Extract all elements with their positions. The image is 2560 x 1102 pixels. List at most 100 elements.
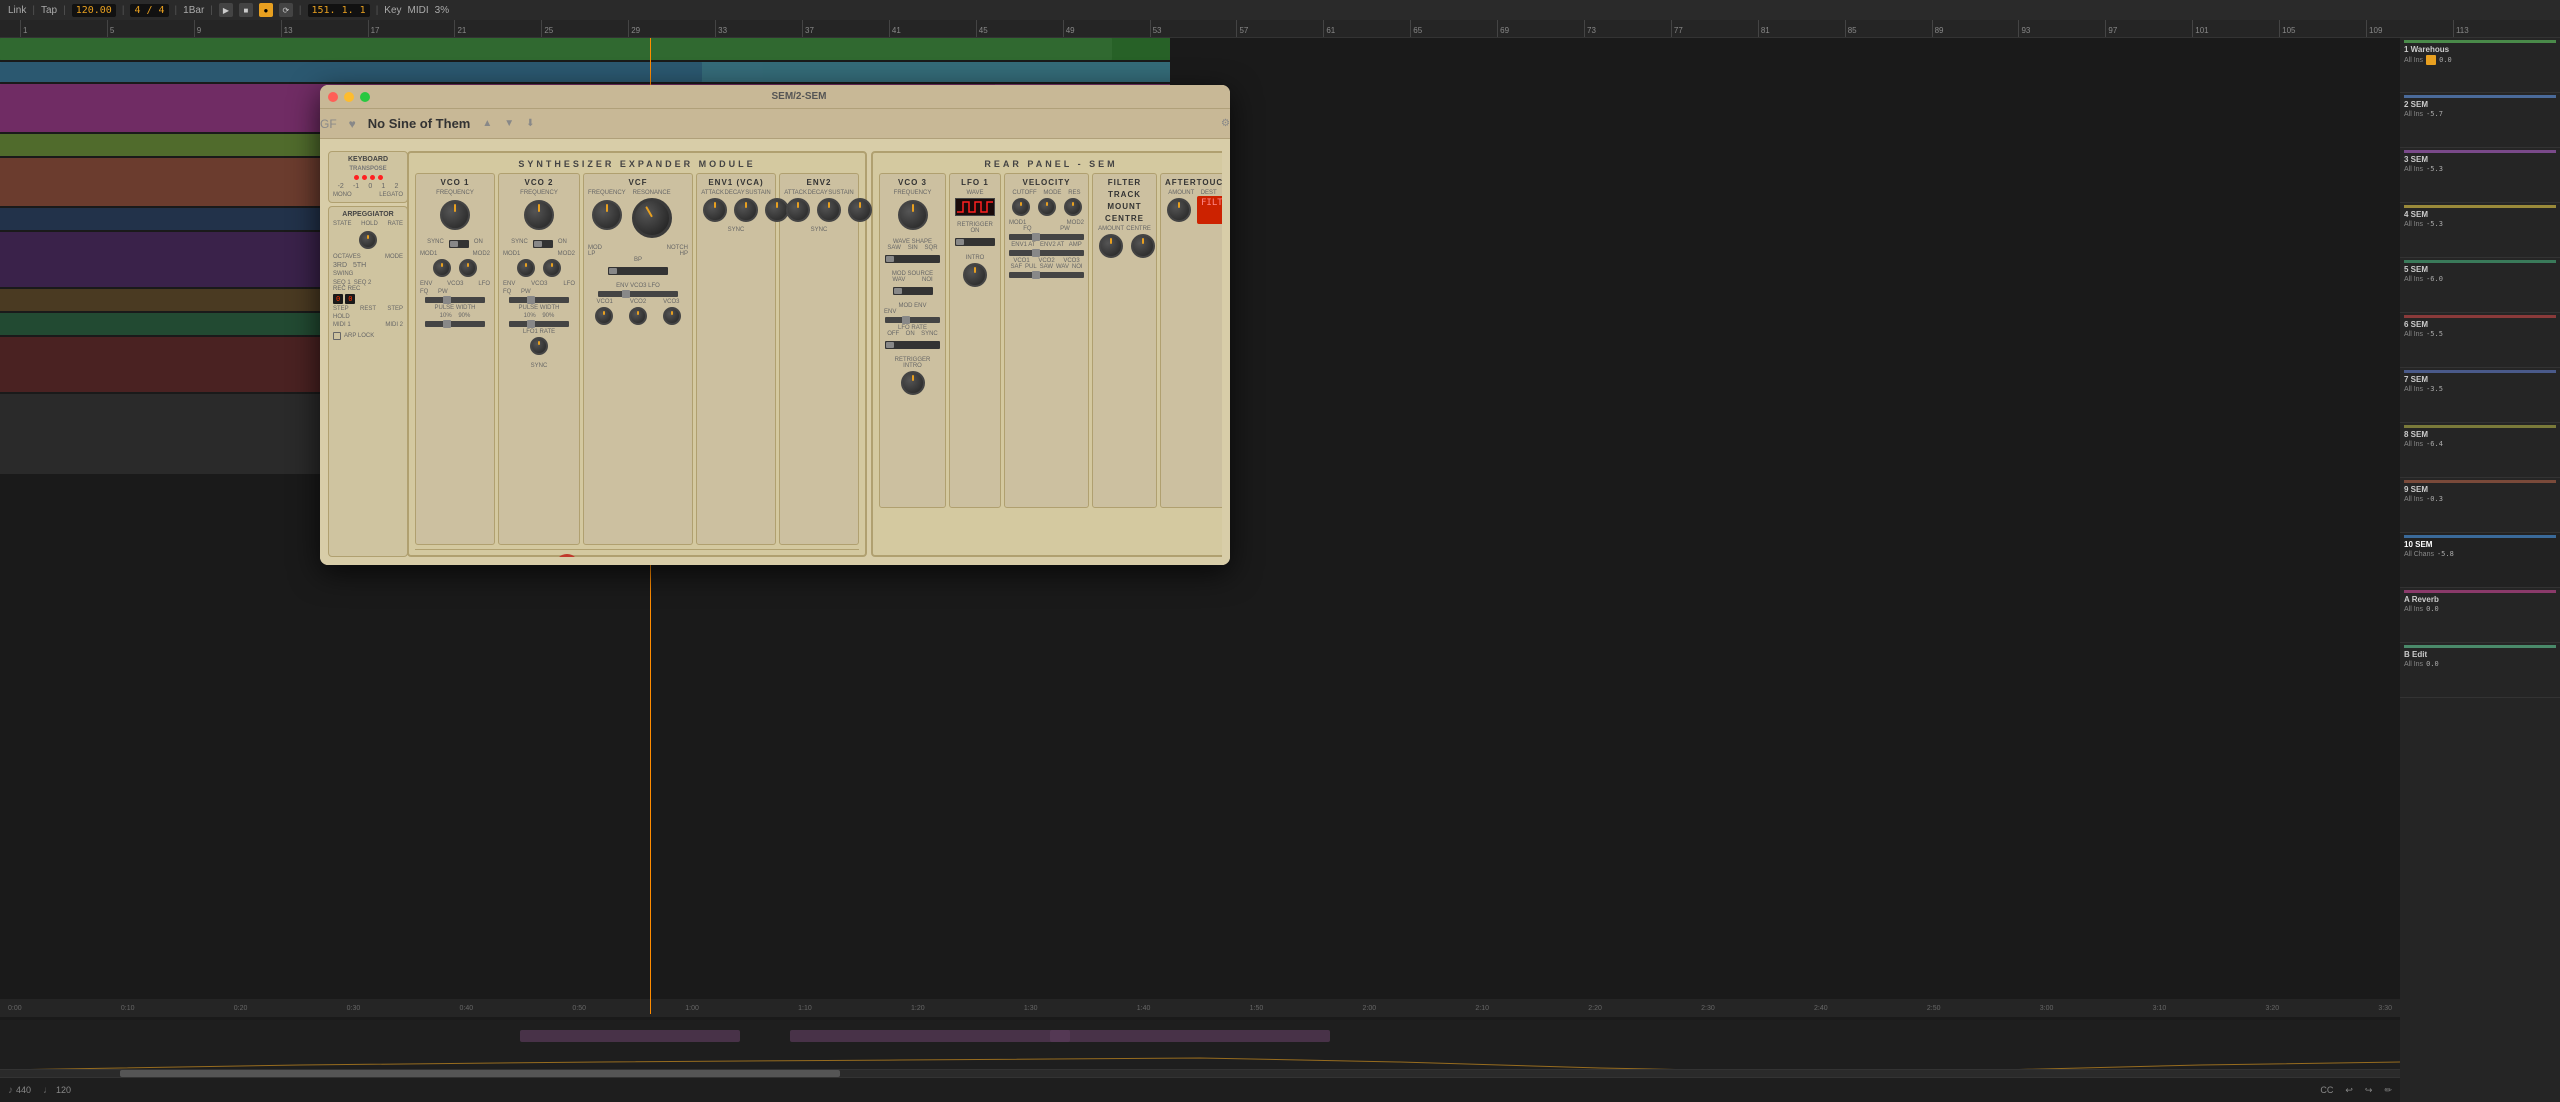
- vco2-pw-fader[interactable]: [509, 321, 569, 327]
- vcf-vco2-knob[interactable]: [629, 307, 647, 325]
- bpm-display[interactable]: 120.00: [72, 4, 116, 17]
- lfo1-on-label: ON: [954, 228, 996, 234]
- maximize-btn[interactable]: [360, 92, 370, 102]
- scrollbar-h[interactable]: [0, 1069, 2400, 1077]
- minimize-btn[interactable]: [344, 92, 354, 102]
- vco3-lfo-labels: OFF ON SYNC: [884, 331, 941, 337]
- vco3-mod-source-labels: WAV NOI: [884, 277, 941, 283]
- arp-rate-knob[interactable]: [359, 231, 377, 249]
- vcf-vco3-knob[interactable]: [663, 307, 681, 325]
- filter-track-title2: TRACK: [1097, 190, 1152, 199]
- vco2-pw-label: PW: [521, 289, 531, 295]
- env1-decay-knob[interactable]: [734, 198, 758, 222]
- rear-title: REAR PANEL - SEM: [879, 159, 1222, 169]
- velocity-title: VELOCITY: [1009, 178, 1084, 187]
- filter-track-title: FILTER: [1097, 178, 1152, 187]
- edit-icon[interactable]: ✏: [2384, 1085, 2392, 1096]
- vco1-pw-fader[interactable]: [425, 321, 485, 327]
- track-lane-2[interactable]: [0, 62, 1170, 82]
- mixer-ins-3: All Ins: [2404, 166, 2423, 173]
- vel-mod1-fader[interactable]: [1009, 234, 1084, 240]
- preset-nav-down[interactable]: ▼: [504, 118, 514, 129]
- mixer-track-1: 1 Warehous All Ins 0.0: [2400, 38, 2560, 93]
- stop-btn[interactable]: ■: [239, 3, 253, 17]
- status-redo[interactable]: ↪: [2365, 1085, 2373, 1096]
- step-buttons: 0 0: [333, 294, 403, 304]
- mixer-arm-btn-1[interactable]: [2426, 55, 2436, 65]
- vco1-sync-switch[interactable]: [449, 240, 469, 248]
- vco2-fader[interactable]: [509, 297, 569, 303]
- settings-icon[interactable]: ⚙: [1221, 118, 1230, 129]
- ruler-mark: 25: [541, 20, 628, 37]
- vel-env-fader[interactable]: [1009, 250, 1084, 256]
- metronome-icon: ♩: [43, 1085, 53, 1096]
- vco3-mod-switch[interactable]: [893, 287, 933, 295]
- env1-attack-knob[interactable]: [703, 198, 727, 222]
- tap-btn[interactable]: Tap: [41, 5, 57, 16]
- loop-btn[interactable]: ⟳: [279, 3, 293, 17]
- vel-env2at-label: ENV2 AT: [1040, 242, 1064, 248]
- env1-labels: ATTACK DECAY SUSTAIN: [701, 190, 771, 196]
- vco2-mod1-label: MOD1: [503, 251, 520, 257]
- scrollbar-thumb[interactable]: [120, 1070, 840, 1077]
- swing-label: SWING: [333, 271, 403, 277]
- vel-mode-knob[interactable]: [1038, 198, 1056, 216]
- lfo1-intro-knob[interactable]: [963, 263, 987, 287]
- ft-centre-knob[interactable]: [1131, 234, 1155, 258]
- vco3-intro-knob[interactable]: [901, 371, 925, 395]
- link-btn[interactable]: Link: [8, 5, 26, 16]
- vco3-freq-label: FREQUENCY: [884, 190, 941, 196]
- vcf-vco1-knob[interactable]: [595, 307, 613, 325]
- close-btn[interactable]: [328, 92, 338, 102]
- lfo1-rate-knob[interactable]: [530, 337, 548, 355]
- red-circle: [555, 554, 579, 557]
- vco3-lfo-switch[interactable]: [885, 341, 940, 349]
- lfo1-rate-label: LFO1 RATE: [503, 329, 575, 335]
- vcf-env-fader[interactable]: [598, 291, 678, 297]
- vco3-env-fader[interactable]: [885, 317, 940, 323]
- vco2-mod1-knob[interactable]: [517, 259, 535, 277]
- record-btn[interactable]: ●: [259, 3, 273, 17]
- ft-amount-knob[interactable]: [1099, 234, 1123, 258]
- time-2:30: 2:30: [1701, 1005, 1715, 1012]
- vel-vco-fader[interactable]: [1009, 272, 1084, 278]
- vco3-freq-knob[interactable]: [898, 200, 928, 230]
- vco1-freq-knob[interactable]: [440, 200, 470, 230]
- aftertouch-title: AFTERTOUCH: [1165, 178, 1220, 187]
- vco1-fader[interactable]: [425, 297, 485, 303]
- sync-label: SYNC: [921, 331, 938, 337]
- vcf-filter-switch[interactable]: [608, 267, 668, 275]
- vco1-mod1-knob[interactable]: [433, 259, 451, 277]
- redo-icon[interactable]: ↪: [2365, 1085, 2373, 1096]
- ruler-mark: 105: [2279, 20, 2366, 37]
- vcf-vco-labels: VCO1 VCO2 VCO3: [588, 299, 688, 305]
- env2-sustain-knob[interactable]: [848, 198, 872, 222]
- status-edit[interactable]: ✏: [2384, 1085, 2392, 1096]
- vco1-mod2-knob[interactable]: [459, 259, 477, 277]
- vco2-sync-switch[interactable]: [533, 240, 553, 248]
- status-undo[interactable]: ↩: [2345, 1085, 2353, 1096]
- track-lane-1[interactable]: [0, 38, 1170, 60]
- vcf-freq-knob[interactable]: [592, 200, 622, 230]
- env2-attack-knob[interactable]: [786, 198, 810, 222]
- undo-icon[interactable]: ↩: [2345, 1085, 2353, 1096]
- res-vel-label: RES: [1068, 190, 1080, 196]
- plugin-window-title: SEM/2-SEM: [376, 91, 1222, 102]
- vel-noi-label: NOI: [1072, 264, 1083, 270]
- track-color-reverb: [2404, 590, 2556, 593]
- play-btn[interactable]: ▶: [219, 3, 233, 17]
- vel-res-knob[interactable]: [1064, 198, 1082, 216]
- vcf-resonance-knob[interactable]: [632, 198, 672, 238]
- vel-cutoff-knob[interactable]: [1012, 198, 1030, 216]
- arp-lock-checkbox[interactable]: [333, 332, 341, 340]
- vco2-mod2-knob[interactable]: [543, 259, 561, 277]
- vcf-resonance-knob-container[interactable]: [632, 198, 672, 243]
- vco2-freq-knob[interactable]: [524, 200, 554, 230]
- preset-save[interactable]: ⬇: [526, 118, 534, 129]
- at-amount-knob[interactable]: [1167, 198, 1191, 222]
- vco3-wave-switch[interactable]: [885, 255, 940, 263]
- ft-centre-label: CENTRE: [1126, 226, 1151, 232]
- preset-nav-up[interactable]: ▲: [482, 118, 492, 129]
- lfo1-retrigger-switch[interactable]: [955, 238, 995, 246]
- env2-decay-knob[interactable]: [817, 198, 841, 222]
